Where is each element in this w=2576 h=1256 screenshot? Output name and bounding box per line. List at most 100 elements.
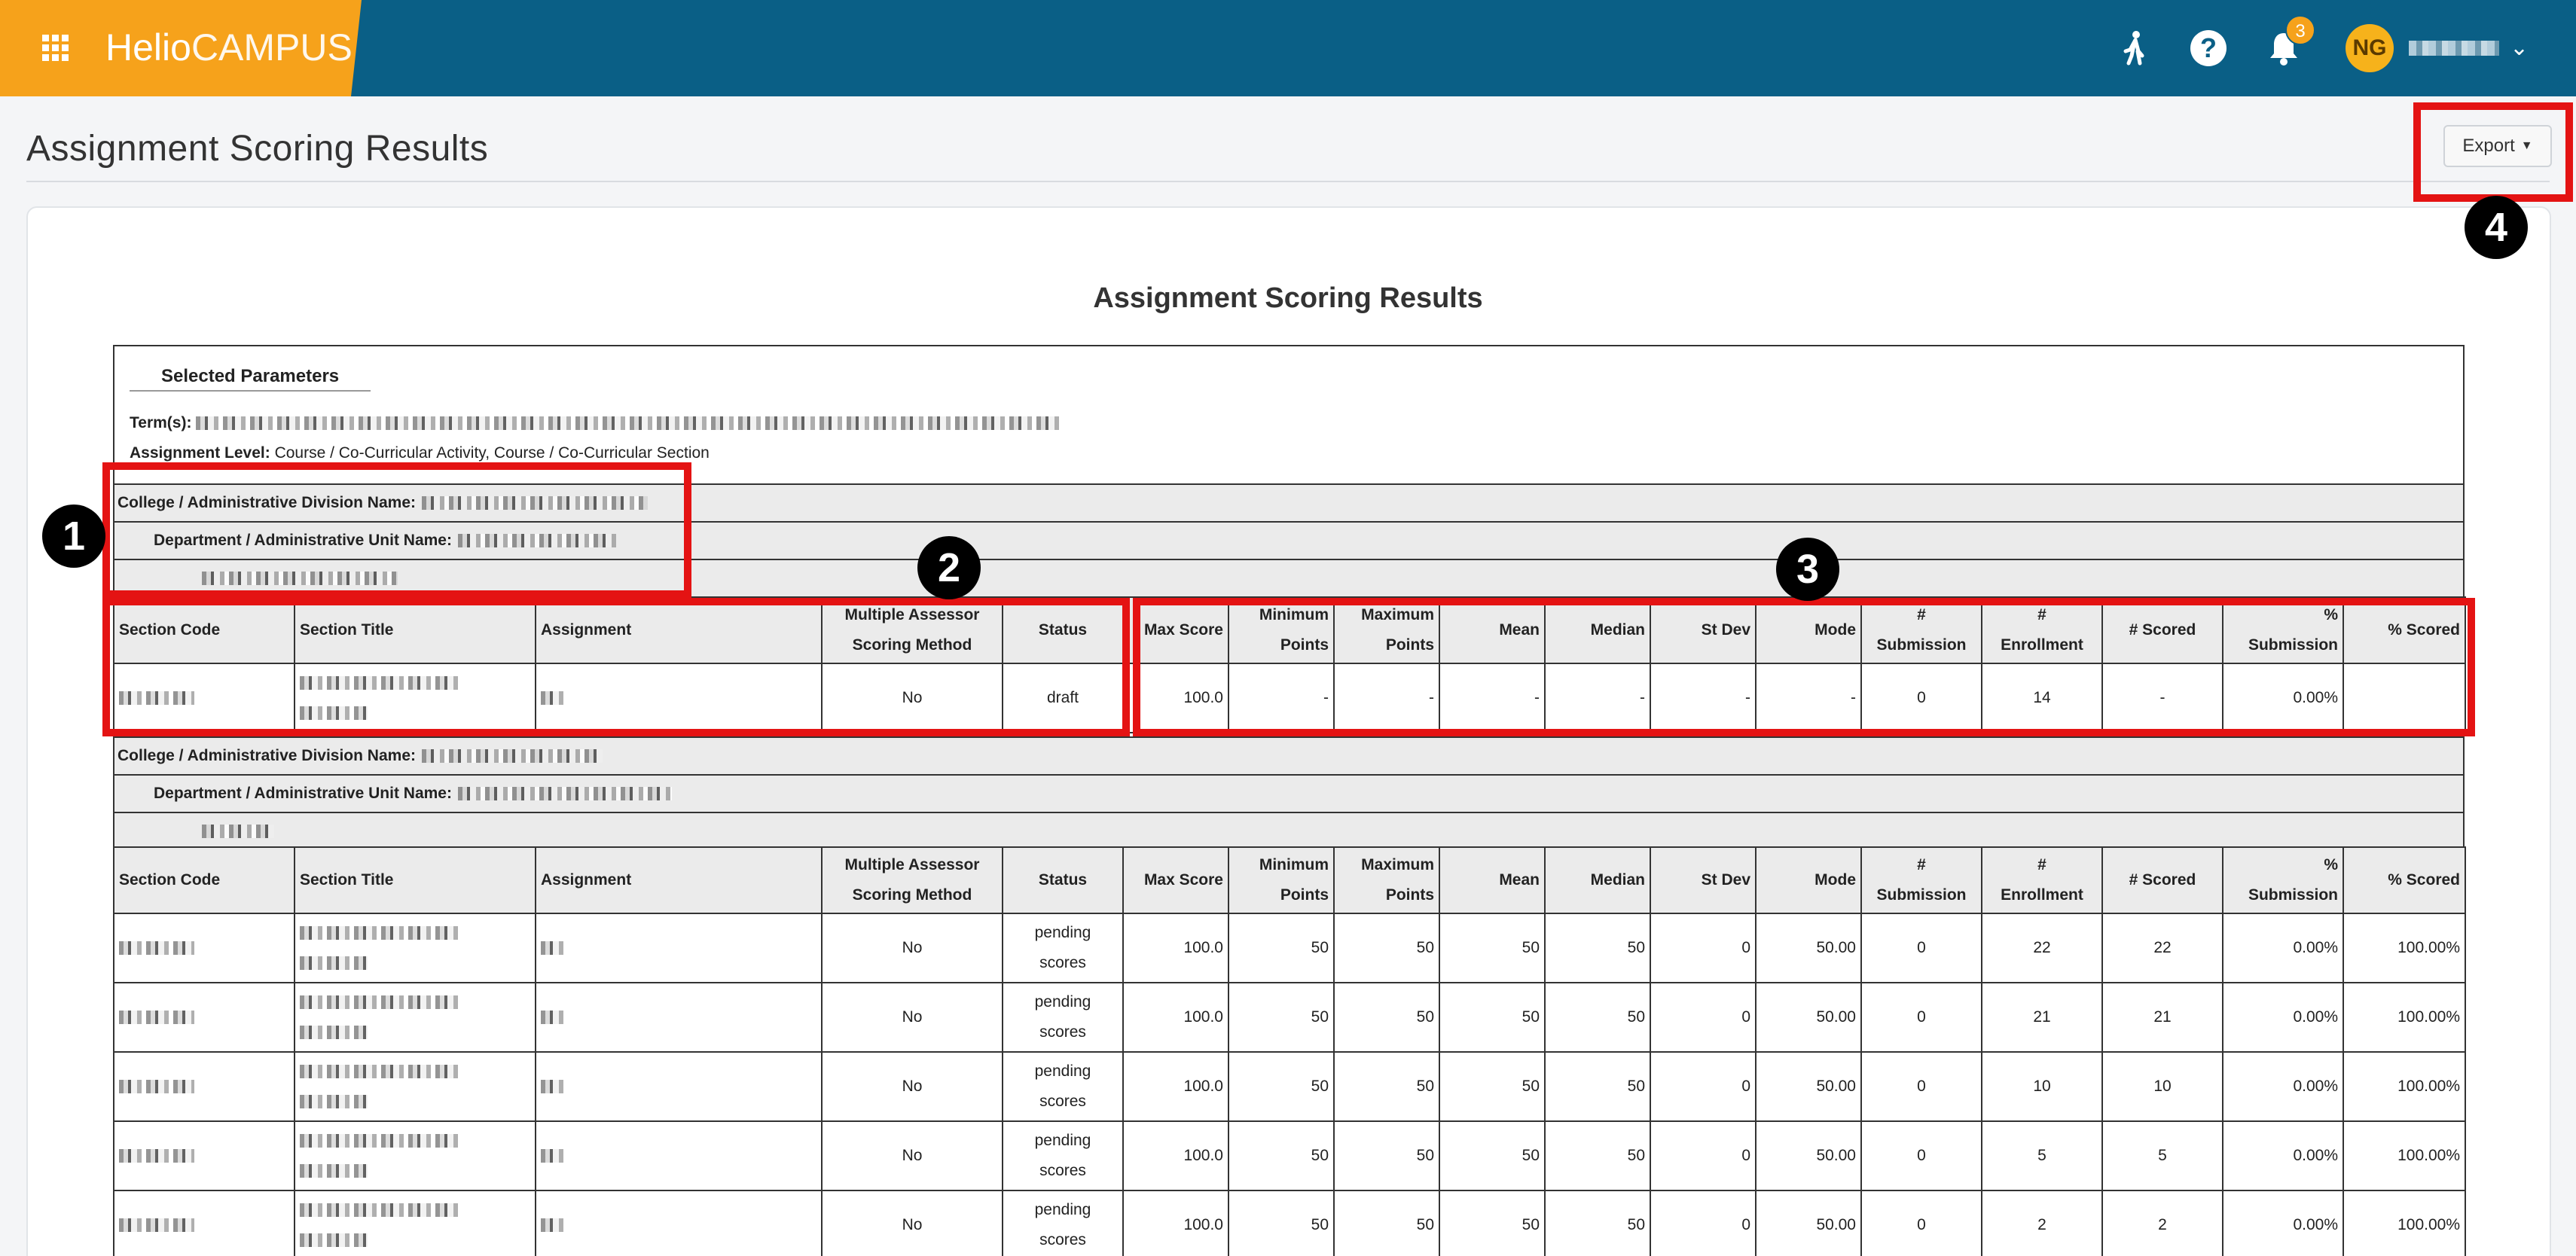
brand-area: HelioCAMPUS [0, 0, 362, 96]
cell-value: 10 [2153, 1078, 2172, 1095]
status-text: pending [1034, 1201, 1091, 1218]
column-header-line1: Maximum [1361, 856, 1434, 873]
column-header-assignment: Assignment [535, 846, 823, 914]
column-header-line1: Max Score [1143, 871, 1223, 889]
column-header-line1: Status [1038, 871, 1088, 889]
cell-status: pending scores [1002, 1120, 1124, 1191]
cell-pct-scored: 100.00% [2343, 982, 2466, 1053]
apps-grid-icon[interactable] [42, 35, 69, 62]
cell-mode: 50.00 [1755, 982, 1862, 1053]
cell-value: 21 [2153, 1008, 2172, 1026]
college-row: College / Administrative Division Name: [113, 736, 2465, 774]
cell-pct-submission: 0.00% [2222, 913, 2344, 983]
column-header-line1: Median [1590, 871, 1645, 889]
cell-section-title [294, 1051, 536, 1122]
cell-median: 50 [1544, 1120, 1651, 1191]
cell-value: 0.00% [2293, 1078, 2338, 1095]
heliocampus-logo[interactable]: HelioCAMPUS [105, 26, 353, 69]
terms-label: Term(s): [130, 414, 192, 431]
column-header-line1: # [2037, 856, 2046, 873]
parameters-underline [130, 390, 371, 392]
table-row: No pending scores 100.0 50 50 50 50 0 50.00 0 21 21 0… [113, 982, 2466, 1053]
cell-value: 50 [1416, 1008, 1434, 1026]
cell-num-enrollment: 22 [1981, 913, 2103, 983]
walking-person-icon[interactable] [2115, 29, 2154, 68]
cell-value: 50 [1627, 1008, 1645, 1026]
help-icon[interactable]: ? [2190, 30, 2227, 66]
cell-max-score: 100.0 [1122, 1120, 1229, 1191]
cell-max-score: 100.0 [1122, 1051, 1229, 1122]
chevron-down-icon[interactable]: ⌄ [2510, 35, 2529, 61]
cell-num-scored: 21 [2101, 982, 2223, 1053]
cell-min-points: 50 [1228, 1190, 1335, 1256]
section-code-redacted [119, 941, 194, 956]
cell-max-points: 50 [1333, 1120, 1440, 1191]
notification-badge[interactable]: 3 [2285, 15, 2315, 45]
cell-max-points: 50 [1333, 982, 1440, 1053]
cell-status: pending scores [1002, 913, 1124, 983]
cell-value: 50 [1521, 1008, 1540, 1026]
section-code-redacted [119, 1080, 194, 1094]
cell-min-points: 50 [1228, 1051, 1335, 1122]
column-header-max-score: Max Score [1122, 846, 1229, 914]
column-header-line2: Points [1280, 886, 1329, 904]
cell-value: 50 [1521, 1216, 1540, 1233]
cell-value: 5 [2158, 1147, 2167, 1164]
column-header-line2: Enrollment [2001, 886, 2083, 904]
cell-value: 5 [2037, 1147, 2046, 1164]
column-header-line1: % Scored [2388, 871, 2460, 889]
parameters-heading: Selected Parameters [161, 366, 340, 386]
column-header-line2: Scoring Method [852, 886, 972, 904]
column-header-line2: Submission [2248, 886, 2338, 904]
report-title: Assignment Scoring Results [1093, 282, 1483, 314]
user-avatar[interactable]: NG [2346, 24, 2394, 72]
cell-max-points: 50 [1333, 913, 1440, 983]
cell-value: 50 [1627, 1078, 1645, 1095]
cell-pct-submission: 0.00% [2222, 1190, 2344, 1256]
cell-assignment [535, 1190, 823, 1256]
status-text-line2: scores [1039, 1231, 1086, 1248]
highlight-box-3 [1133, 598, 2475, 736]
column-header-line1: Mean [1499, 871, 1540, 889]
cell-mode: 50.00 [1755, 1120, 1862, 1191]
status-text-line2: scores [1039, 1162, 1086, 1179]
user-name[interactable] [2409, 41, 2499, 56]
cell-st-dev: 0 [1650, 982, 1757, 1053]
annotation-marker-3: 3 [1776, 538, 1839, 601]
cell-assignment [535, 1051, 823, 1122]
cell-value: 22 [2033, 939, 2051, 956]
cell-num-scored: 22 [2101, 913, 2223, 983]
cell-median: 50 [1544, 982, 1651, 1053]
cell-mode: 50.00 [1755, 913, 1862, 983]
section-title-redacted [300, 1095, 368, 1109]
column-header-line1: # [1917, 856, 1926, 873]
cell-num-submission: 0 [1860, 982, 1982, 1053]
column-header-line1: Section Code [119, 871, 221, 889]
cell-value: 50 [1416, 939, 1434, 956]
program-row [113, 812, 2465, 849]
cell-multiple-assessor: No [821, 1190, 1003, 1256]
highlight-box-4 [2413, 102, 2573, 202]
cell-multiple-assessor: No [821, 913, 1003, 983]
cell-value: 0.00% [2293, 1008, 2338, 1026]
cell-value: 0 [1741, 939, 1750, 956]
cell-st-dev: 0 [1650, 1190, 1757, 1256]
cell-assignment [535, 1120, 823, 1191]
cell-pct-submission: 0.00% [2222, 982, 2344, 1053]
cell-value: 50 [1311, 1008, 1329, 1026]
department-row: Department / Administrative Unit Name: [113, 774, 2465, 812]
cell-mean: 50 [1439, 982, 1546, 1053]
cell-value: 100.00% [2397, 939, 2460, 956]
cell-status: pending scores [1002, 1190, 1124, 1256]
cell-value: 2 [2037, 1216, 2046, 1233]
cell-value: 50 [1521, 1147, 1540, 1164]
assignment-name-redacted [541, 1149, 563, 1163]
cell-mean: 50 [1439, 1120, 1546, 1191]
college-name-redacted [422, 749, 603, 763]
table-header-row: Section Code Section Title Assignment Multi… [113, 846, 2466, 914]
cell-value: 50 [1311, 1078, 1329, 1095]
cell-value: 50 [1311, 1216, 1329, 1233]
department-label: Department / Administrative Unit Name: [154, 785, 452, 802]
section-code-redacted [119, 1218, 194, 1233]
section-title-redacted [300, 926, 458, 940]
